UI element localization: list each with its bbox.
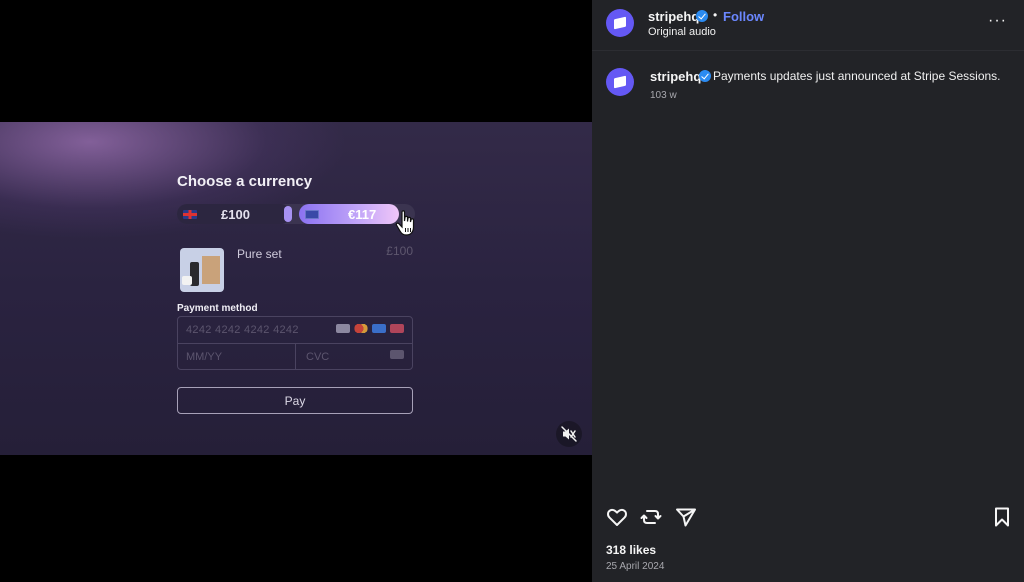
more-options-icon[interactable]: ··· bbox=[988, 12, 1007, 30]
post-username[interactable]: stripehq bbox=[648, 9, 699, 24]
like-count[interactable]: 318 likes bbox=[606, 543, 656, 557]
cvc-card-icon bbox=[390, 350, 404, 359]
currency-eur-amount: €117 bbox=[348, 207, 377, 222]
visa-icon bbox=[336, 324, 350, 333]
card-form: 4242 4242 4242 4242 MM/YY CVC bbox=[177, 316, 413, 370]
caption-username[interactable]: stripehq bbox=[650, 69, 701, 84]
uk-flag-icon bbox=[183, 210, 197, 219]
product-box bbox=[202, 256, 220, 284]
payment-method-label: Payment method bbox=[177, 303, 258, 314]
card-brands bbox=[336, 324, 404, 333]
action-bar bbox=[592, 505, 1024, 531]
post-side-panel: stripehq • Follow Original audio ··· str… bbox=[592, 0, 1024, 582]
verified-badge-icon bbox=[699, 70, 711, 82]
mute-button[interactable] bbox=[556, 421, 582, 447]
product-jar bbox=[182, 276, 192, 285]
currency-option-gbp: £100 bbox=[177, 204, 291, 224]
bookmark-icon[interactable] bbox=[990, 505, 1014, 529]
product-name: Pure set bbox=[237, 247, 282, 261]
card-divider-vertical bbox=[295, 343, 296, 370]
card-number-field: 4242 4242 4242 4242 bbox=[186, 324, 299, 336]
eu-flag-icon bbox=[305, 210, 319, 219]
amex-icon bbox=[372, 324, 386, 333]
avatar[interactable] bbox=[606, 9, 634, 37]
cvc-field: CVC bbox=[306, 351, 330, 363]
post-time[interactable]: 103 w bbox=[650, 90, 677, 101]
share-icon[interactable] bbox=[674, 505, 698, 529]
video-frame[interactable]: Choose a currency £100 €117 Pure set £10… bbox=[0, 122, 592, 455]
hand-cursor-icon bbox=[395, 210, 415, 236]
card-brand-icon bbox=[390, 324, 404, 333]
post-date: 25 April 2024 bbox=[606, 561, 665, 572]
post-caption: Payments updates just announced at Strip… bbox=[713, 69, 1001, 83]
currency-option-eur: €117 bbox=[299, 204, 399, 224]
verified-badge-icon bbox=[696, 10, 708, 22]
pay-button-label: Pay bbox=[284, 394, 306, 408]
pay-button: Pay bbox=[177, 387, 413, 414]
separator-dot: • bbox=[713, 8, 718, 22]
expiry-field: MM/YY bbox=[186, 351, 223, 363]
repost-icon[interactable] bbox=[639, 505, 663, 529]
follow-button[interactable]: Follow bbox=[723, 9, 764, 24]
heart-icon[interactable] bbox=[605, 505, 629, 529]
speaker-muted-icon bbox=[561, 426, 577, 442]
caption-avatar[interactable] bbox=[606, 68, 634, 96]
stripe-logo-icon bbox=[614, 16, 626, 30]
currency-toggle: £100 €117 bbox=[177, 204, 415, 236]
currency-title: Choose a currency bbox=[177, 173, 313, 190]
header-divider bbox=[592, 50, 1024, 51]
currency-gbp-amount: £100 bbox=[221, 207, 250, 222]
mastercard-icon bbox=[354, 324, 368, 333]
stripe-logo-icon bbox=[614, 75, 626, 89]
video-pane[interactable]: Choose a currency £100 €117 Pure set £10… bbox=[0, 0, 592, 582]
toggle-knob bbox=[284, 206, 292, 222]
product-image bbox=[180, 248, 224, 292]
audio-link[interactable]: Original audio bbox=[648, 26, 716, 38]
product-price: £100 bbox=[386, 244, 413, 258]
